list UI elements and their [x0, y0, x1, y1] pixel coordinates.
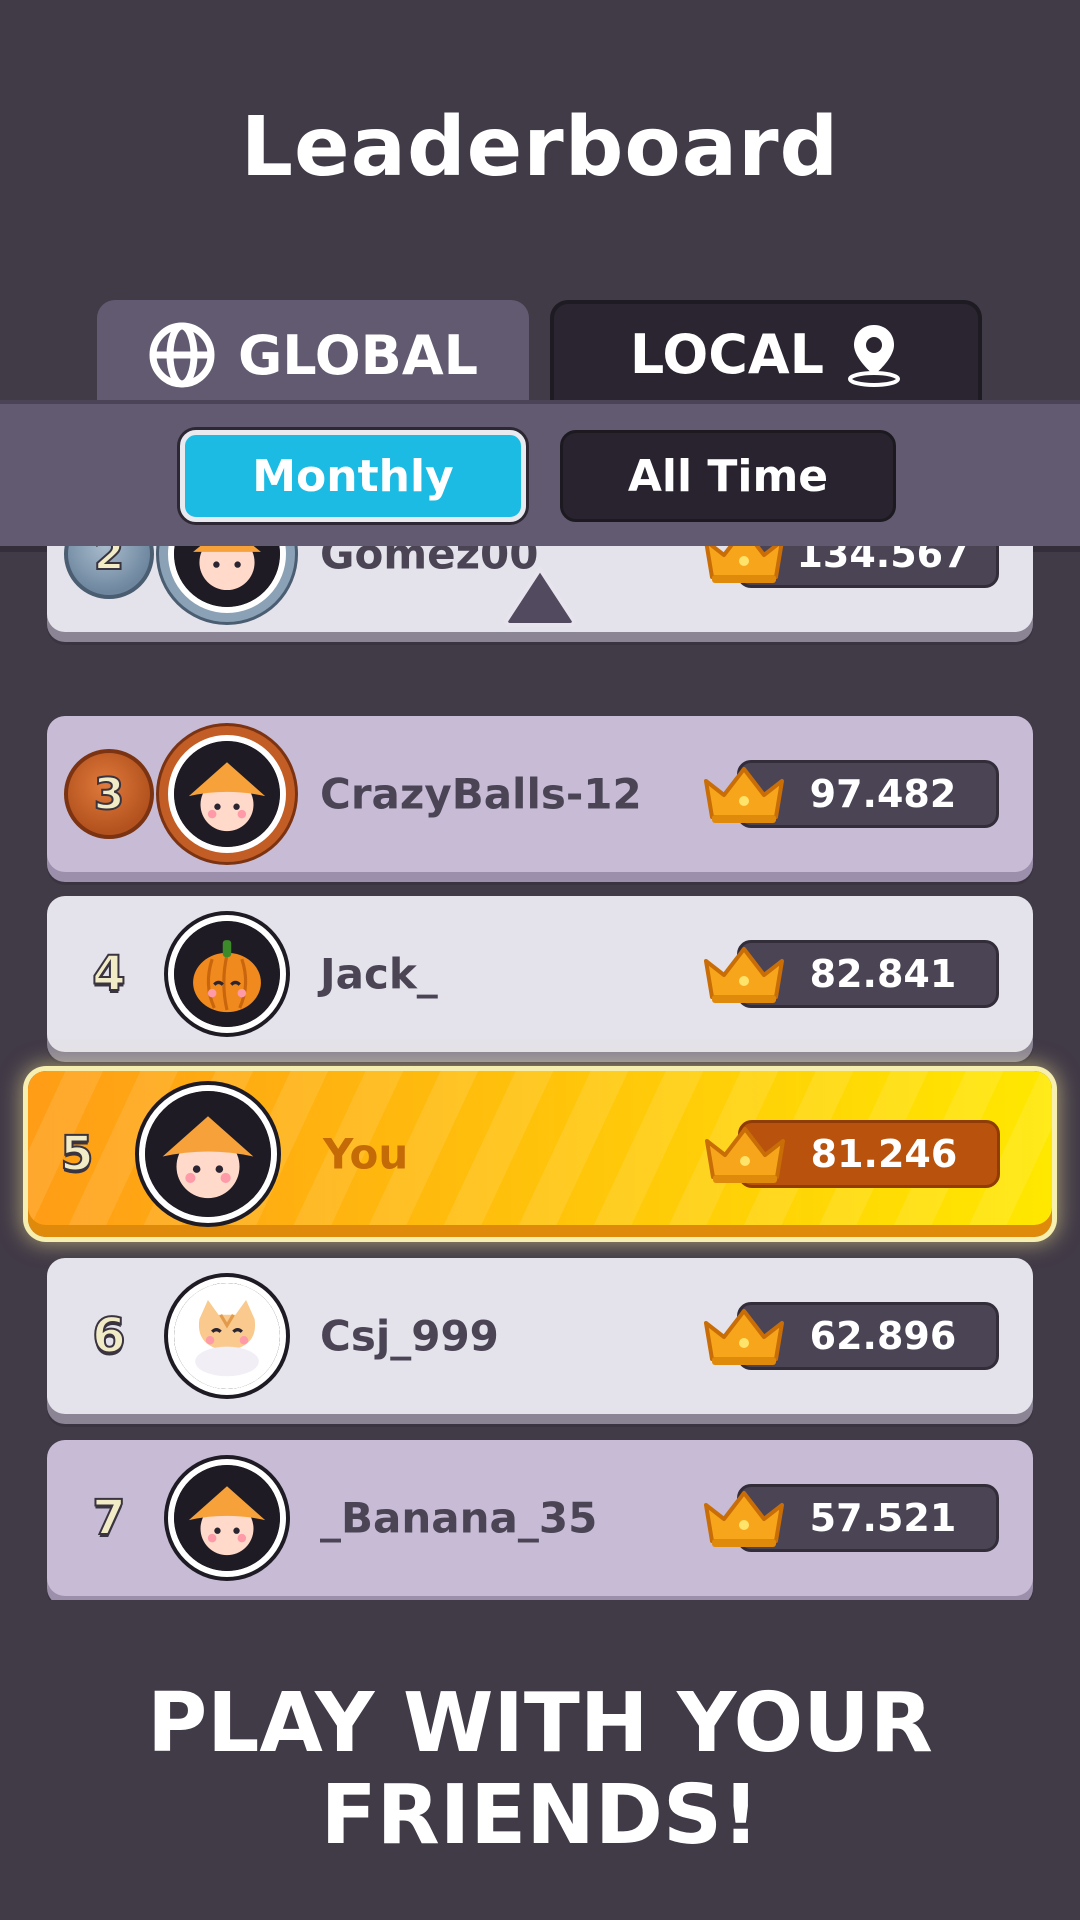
avatar: [168, 1277, 286, 1395]
crown-icon: [705, 1127, 785, 1183]
promo-line-1: PLAY WITH YOUR: [147, 1676, 933, 1771]
globe-icon: [148, 321, 216, 389]
player-name: CrazyBalls-12: [320, 769, 642, 819]
promo-text: PLAY WITH YOUR FRIENDS!: [0, 1678, 1080, 1862]
rank-number: 5: [59, 1125, 94, 1183]
tab-local[interactable]: LOCAL: [550, 300, 982, 404]
page-title: Leaderboard: [240, 100, 840, 195]
crown-icon: [704, 1491, 784, 1547]
leaderboard-list[interactable]: 2 Gomez00 134.567 3 CrazyBalls-12 97.482…: [0, 546, 1080, 1600]
monthly-button[interactable]: Monthly: [180, 430, 526, 522]
all-time-button[interactable]: All Time: [560, 430, 896, 522]
player-name: Csj_999: [320, 1311, 499, 1361]
avatar: [168, 546, 286, 613]
tab-local-label: LOCAL: [629, 322, 825, 386]
avatar: [139, 1085, 277, 1223]
leaderboard-row[interactable]: 7 _Banana_35 57.521: [47, 1440, 1033, 1596]
filter-bar: Monthly All Time: [0, 400, 1080, 546]
rank-medal-bronze: 3: [64, 749, 154, 839]
crown-icon: [704, 546, 784, 583]
leaderboard-row-you[interactable]: 5 You 81.246: [28, 1071, 1052, 1237]
avatar: [168, 915, 286, 1033]
leaderboard-row[interactable]: 4 Jack_ 82.841: [47, 896, 1033, 1052]
avatar: [168, 1459, 286, 1577]
tab-global[interactable]: GLOBAL: [97, 300, 529, 410]
rank-medal-silver: 2: [64, 546, 154, 599]
tab-global-label: GLOBAL: [237, 323, 479, 387]
rank-number: 6: [91, 1307, 126, 1365]
leaderboard-row[interactable]: 6 Csj_999 62.896: [47, 1258, 1033, 1414]
location-pin-icon: [846, 321, 902, 387]
scroll-up-arrow-icon[interactable]: [502, 565, 578, 627]
crown-icon: [704, 947, 784, 1003]
avatar: [168, 735, 286, 853]
leaderboard-row[interactable]: 3 CrazyBalls-12 97.482: [47, 716, 1033, 872]
crown-icon: [704, 767, 784, 823]
rank-number: 7: [91, 1489, 126, 1547]
promo-line-2: FRIENDS!: [320, 1768, 760, 1863]
player-name: Jack_: [320, 949, 438, 999]
crown-icon: [704, 1309, 784, 1365]
player-name: _Banana_35: [320, 1493, 598, 1543]
rank-number: 4: [91, 945, 126, 1003]
player-name: You: [323, 1129, 409, 1179]
